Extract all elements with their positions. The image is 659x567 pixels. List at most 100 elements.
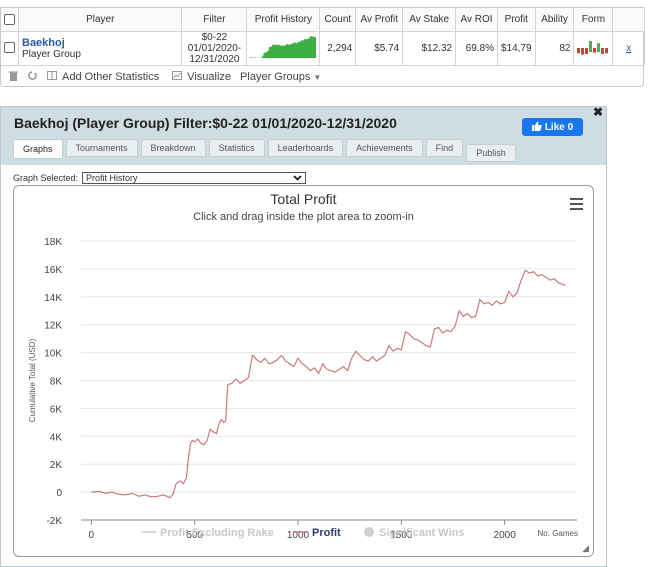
form-bar bbox=[589, 40, 593, 52]
form-cell bbox=[573, 31, 614, 66]
count-value: 2,294 bbox=[319, 31, 357, 66]
row-checkbox-cell[interactable] bbox=[1, 31, 19, 66]
remove-cell: x bbox=[612, 31, 645, 66]
form-bar bbox=[585, 47, 589, 54]
columns-icon bbox=[47, 71, 57, 83]
chart-icon bbox=[172, 71, 183, 83]
x-tick-label: 0 bbox=[89, 530, 95, 541]
sparkline-area bbox=[250, 35, 317, 58]
chevron-down-icon bbox=[293, 173, 302, 183]
col-player[interactable]: Player bbox=[18, 8, 183, 32]
y-tick-label: 0 bbox=[56, 488, 62, 499]
visualize-label: Visualize bbox=[187, 71, 232, 83]
col-av-profit[interactable]: Av Profit bbox=[355, 8, 404, 32]
filter-cell: $0-22 01/01/2020- 12/31/2020 bbox=[181, 31, 248, 66]
chart-container[interactable]: Total Profit Click and drag inside the p… bbox=[13, 185, 594, 557]
av-roi-value: 69.8% bbox=[455, 31, 498, 66]
col-av-stake[interactable]: Av Stake bbox=[402, 8, 457, 32]
y-tick-label: 16K bbox=[44, 265, 62, 276]
graph-selector: Graph Selected: Profit History bbox=[13, 172, 307, 184]
tab-achievements[interactable]: Achievements bbox=[346, 139, 423, 157]
tab-graphs[interactable]: Graphs bbox=[13, 139, 63, 159]
av-stake-value: $12.32 bbox=[402, 31, 457, 66]
player-groups-label: Player Groups bbox=[240, 71, 311, 83]
col-form[interactable]: Form bbox=[573, 8, 614, 32]
graph-select-value: Profit History bbox=[86, 173, 138, 183]
table-row: Baekhoj Player Group $0-22 01/01/2020- 1… bbox=[1, 31, 645, 66]
filter-stake: $0-22 bbox=[201, 31, 228, 43]
legend-significant-wins: Significant Wins bbox=[364, 527, 464, 539]
av-profit-value: $5.74 bbox=[355, 31, 404, 66]
results-panel: Player Filter Profit History Count Av Pr… bbox=[0, 7, 645, 87]
form-bar bbox=[581, 47, 585, 55]
y-tick-label: 14K bbox=[44, 293, 62, 304]
table-toolbar: Add Other Statistics Visualize Player Gr… bbox=[1, 67, 643, 87]
form-bar bbox=[601, 47, 605, 54]
y-tick-label: -2K bbox=[46, 516, 62, 527]
player-groups-dropdown[interactable]: Player Groups ▼ bbox=[240, 71, 321, 83]
ability-value: 82 bbox=[535, 31, 575, 66]
col-profit[interactable]: Profit bbox=[497, 8, 536, 32]
visualize-button[interactable]: Visualize bbox=[172, 71, 231, 83]
row-checkbox[interactable] bbox=[4, 42, 15, 54]
player-type: Player Group bbox=[22, 48, 81, 60]
add-stats-button[interactable]: Add Other Statistics bbox=[47, 71, 159, 83]
col-filter[interactable]: Filter bbox=[181, 8, 248, 32]
y-tick-label: 4K bbox=[50, 432, 63, 443]
tab-tournaments[interactable]: Tournaments bbox=[65, 139, 138, 157]
remove-row-link[interactable]: x bbox=[626, 43, 631, 54]
trash-icon[interactable] bbox=[9, 71, 18, 84]
form-bar bbox=[593, 47, 597, 53]
legend-label: Profit Excluding Rake bbox=[160, 527, 274, 539]
table-header-row: Player Filter Profit History Count Av Pr… bbox=[1, 8, 645, 32]
tab-breakdown[interactable]: Breakdown bbox=[140, 139, 206, 157]
window-title: Baekhoj (Player Group) Filter:$0-22 01/0… bbox=[14, 115, 397, 131]
select-all-cell[interactable] bbox=[1, 8, 19, 32]
facebook-like-button[interactable]: Like 0 bbox=[522, 118, 583, 136]
player-window: Baekhoj (Player Group) Filter:$0-22 01/0… bbox=[0, 105, 607, 567]
form-bar bbox=[605, 47, 609, 53]
legend-marker-swatch bbox=[364, 527, 374, 537]
tab-statistics[interactable]: Statistics bbox=[208, 139, 265, 157]
chevron-down-icon: ▼ bbox=[313, 72, 322, 82]
close-icon[interactable]: ✖ bbox=[593, 105, 603, 119]
x-axis-label: No. Games bbox=[538, 529, 578, 538]
resize-handle-icon[interactable]: ◢ bbox=[582, 543, 589, 554]
tab-leaderboards[interactable]: Leaderboards bbox=[267, 139, 344, 157]
col-profit-history[interactable]: Profit History bbox=[246, 8, 321, 32]
graph-select[interactable]: Profit History bbox=[82, 172, 307, 184]
y-tick-label: 6K bbox=[50, 404, 63, 415]
tab-publish[interactable]: Publish bbox=[466, 144, 516, 162]
y-tick-label: 2K bbox=[50, 460, 63, 471]
window-header: Baekhoj (Player Group) Filter:$0-22 01/0… bbox=[1, 105, 606, 165]
col-ability[interactable]: Ability bbox=[535, 8, 575, 32]
y-tick-label: 8K bbox=[50, 377, 63, 388]
legend-label: Profit bbox=[312, 527, 341, 539]
profit-value: $14,79 bbox=[497, 31, 536, 66]
graph-selected-label: Graph Selected: bbox=[13, 173, 79, 183]
profit-line bbox=[91, 269, 566, 499]
profit-history-sparkline bbox=[250, 35, 317, 58]
select-all-checkbox[interactable] bbox=[4, 13, 15, 25]
tab-find[interactable]: Find bbox=[425, 139, 464, 157]
like-label: Like 0 bbox=[544, 121, 574, 133]
form-bar bbox=[577, 47, 581, 53]
legend-profit-excluding-rake: Profit Excluding Rake bbox=[142, 527, 274, 539]
profit-chart[interactable]: -2K02K4K6K8K10K12K14K16K18K0 500 1000 1500 2… bbox=[14, 186, 593, 556]
y-axis-label: Cumulative Total (USD) bbox=[28, 338, 37, 422]
x-tick-label: 2000 bbox=[494, 530, 517, 541]
col-av-roi[interactable]: Av ROI bbox=[455, 8, 498, 32]
col-count[interactable]: Count bbox=[319, 8, 357, 32]
y-tick-label: 12K bbox=[44, 321, 62, 332]
y-tick-label: 10K bbox=[44, 349, 62, 360]
thumbs-up-icon bbox=[531, 121, 542, 134]
player-name-link[interactable]: Baekhoj bbox=[22, 37, 178, 49]
y-tick-label: 18K bbox=[44, 237, 62, 248]
refresh-icon[interactable] bbox=[27, 70, 38, 84]
col-remove bbox=[612, 8, 645, 32]
results-table: Player Filter Profit History Count Av Pr… bbox=[1, 8, 645, 66]
form-bar bbox=[597, 42, 601, 52]
filter-date-end: 12/31/2020 bbox=[189, 53, 240, 65]
legend-label: Significant Wins bbox=[379, 527, 464, 539]
window-tabs: Graphs Tournaments Breakdown Statistics … bbox=[13, 139, 516, 162]
